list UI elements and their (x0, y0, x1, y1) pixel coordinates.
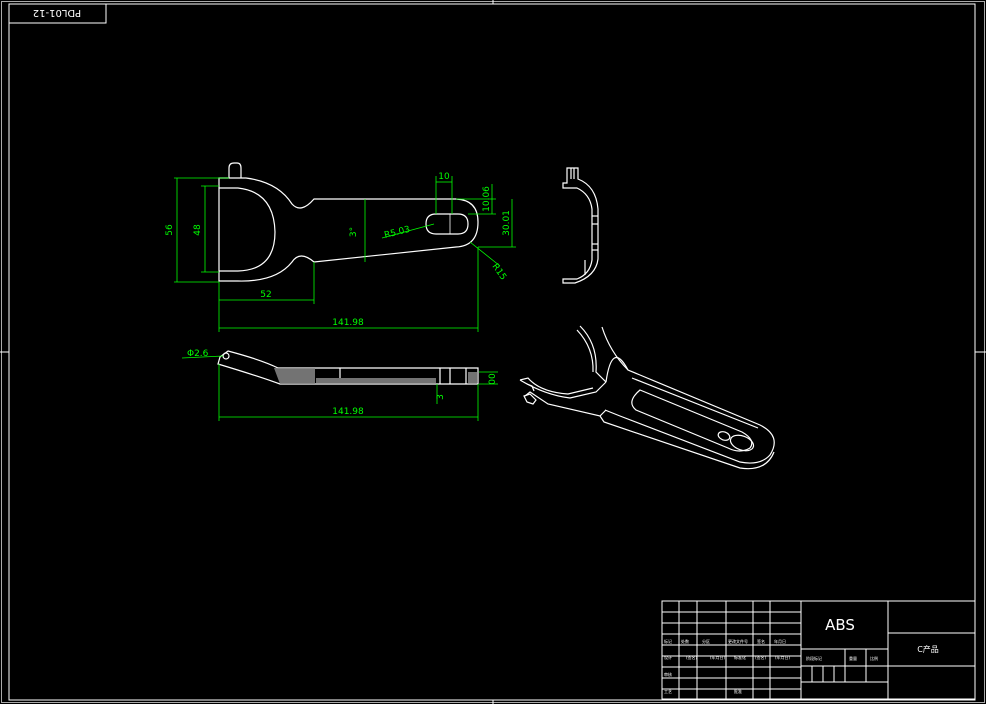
dim-handle-width: 30.01 (502, 210, 512, 236)
drawing-number: PDL01-12 (33, 7, 81, 18)
tb-row-label-1: 处数 (681, 638, 689, 644)
tb-row-label-5: 年月日 (774, 638, 786, 644)
dim-hole-diameter: Φ2.6 (187, 349, 209, 359)
dim-slot-offset: 10.06 (482, 186, 492, 212)
side-view-hatching (274, 368, 477, 384)
dim-taper-angle: 3° (349, 227, 359, 237)
material-label: ABS (825, 616, 855, 634)
cad-drawing: PDL01-12 56 48 52 141.98 10 10.06 30.01 … (0, 0, 986, 704)
tb-row-label-3: 更改文件号 (728, 638, 748, 644)
review-label: 审核 (664, 671, 672, 677)
isometric-view (519, 325, 775, 470)
tb-row2-label-4: (签名) (755, 654, 767, 660)
dim-overall-length: 141.98 (332, 318, 364, 328)
sheet-border (0, 0, 986, 704)
tb-row2-label-3: 标准化 (734, 654, 746, 660)
weight-label: 重量 (849, 655, 857, 661)
dim-end-radius: R15 (490, 262, 508, 282)
tb-row2-label-2: (年月日) (710, 654, 726, 660)
approve-label: 批准 (734, 688, 742, 694)
tb-row2-label-0: 设计 (664, 654, 672, 660)
dim-end-thickness: 00 (488, 373, 498, 385)
tb-row2-label-1: (签名) (686, 654, 698, 660)
tb-row-label-0: 标记 (664, 638, 672, 644)
process-label: 工艺 (664, 689, 672, 694)
dim-slot-width: 10 (438, 172, 450, 182)
tb-row-label-4: 签名 (757, 638, 765, 644)
tb-row-label-2: 分区 (702, 638, 710, 644)
front-view-dimension-labels: 56 48 52 141.98 10 10.06 30.01 R5.03 R15… (165, 172, 512, 328)
dim-inner-height: 48 (193, 224, 203, 236)
dim-head-width: 52 (260, 290, 271, 300)
dim-slot-radius: R5.03 (383, 225, 411, 241)
tb-row2-label-5: (年月日) (775, 654, 791, 660)
dim-side-length: 141.98 (332, 407, 364, 417)
end-view (562, 167, 599, 284)
part-name: C产品 (917, 644, 939, 654)
scale-label: 比例 (870, 655, 878, 661)
stage-label: 阶段标记 (806, 655, 822, 661)
drawing-number-box: PDL01-12 (8, 3, 107, 24)
dim-overall-height: 56 (165, 224, 175, 236)
dim-thickness: 3 (436, 394, 446, 400)
